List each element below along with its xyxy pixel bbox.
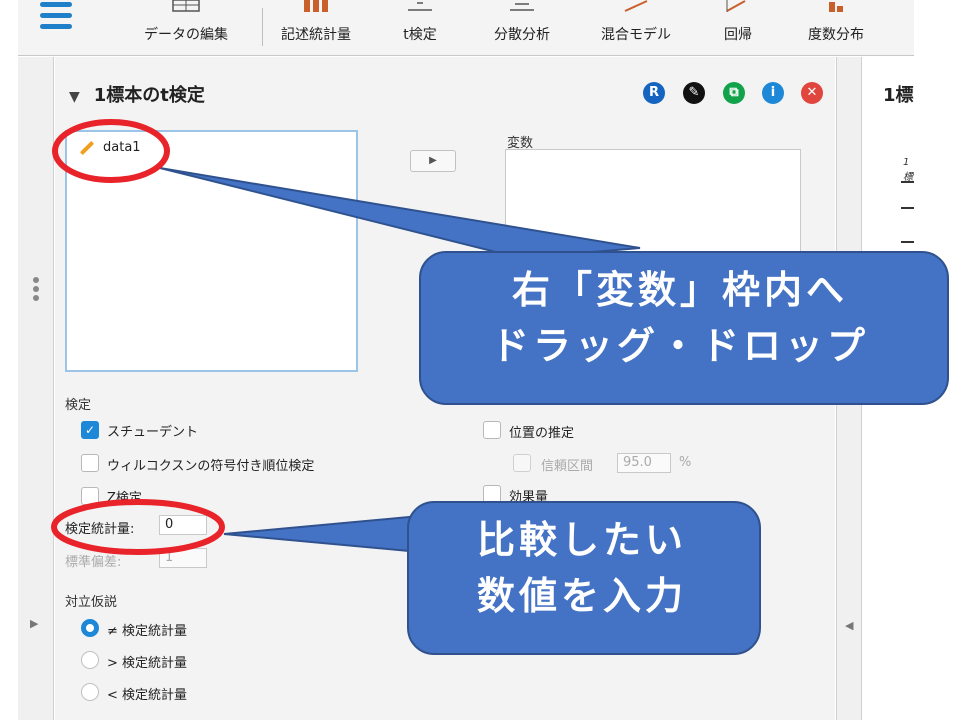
callout-top-line1: 右「変数」枠内へ [511, 268, 848, 312]
callout-bottom-line1: 比較したい [476, 518, 687, 562]
callout-top-line2: ドラッグ・ドロップ [490, 324, 869, 368]
callout-top-tail [159, 167, 641, 260]
highlight-ring-data1 [52, 119, 170, 183]
callout-top-text: 右「変数」枠内へ ドラッグ・ドロップ [420, 262, 940, 374]
highlight-ring-test-value [51, 499, 225, 555]
callout-bottom-tail [223, 514, 421, 554]
callout-bottom-text: 比較したい 数値を入力 [408, 512, 756, 624]
callout-bottom-line2: 数値を入力 [476, 574, 687, 618]
